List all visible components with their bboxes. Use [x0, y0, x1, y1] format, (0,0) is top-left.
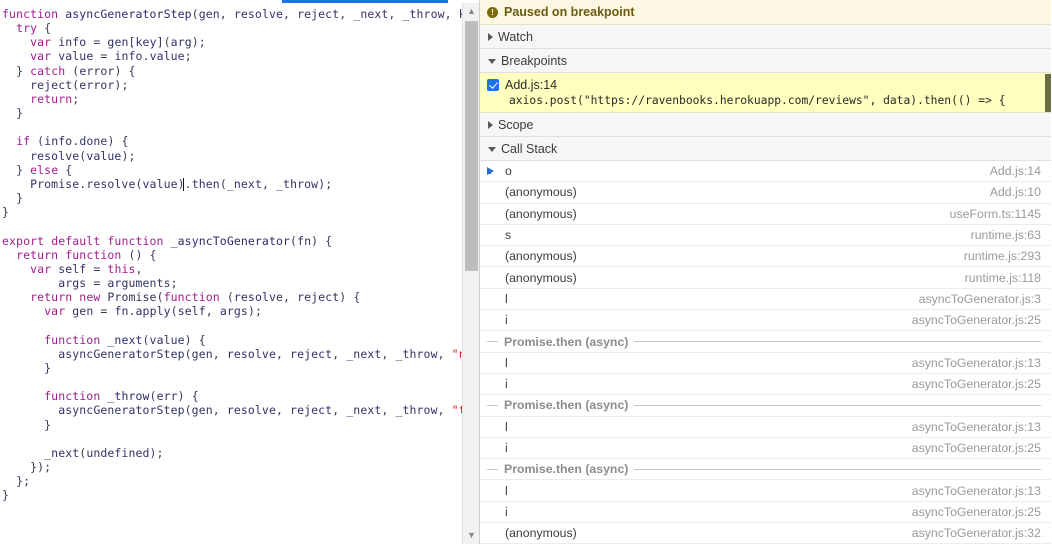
call-stack-function-name: o	[501, 164, 990, 178]
call-stack-source-location: asyncToGenerator.js:32	[912, 526, 1041, 540]
call-stack-source-location: asyncToGenerator.js:25	[912, 441, 1041, 455]
call-stack-frame[interactable]: oAdd.js:14	[480, 161, 1051, 182]
separator-dash-right	[634, 405, 1041, 406]
breakpoint-code-snippet: axios.post("https://ravenbooks.herokuapp…	[487, 92, 1043, 107]
code-viewport[interactable]: function asyncGeneratorStep(gen, resolve…	[0, 3, 463, 544]
call-stack-source-location: runtime.js:63	[971, 228, 1041, 242]
call-stack-source-location: asyncToGenerator.js:13	[912, 420, 1041, 434]
devtools-debugger-window: function asyncGeneratorStep(gen, resolve…	[0, 0, 1052, 544]
call-stack-frame[interactable]: (anonymous)runtime.js:118	[480, 267, 1051, 288]
call-stack-source-location: asyncToGenerator.js:25	[912, 505, 1041, 519]
section-label-watch: Watch	[498, 30, 533, 44]
call-stack-async-separator: Promise.then (async)	[480, 331, 1051, 352]
call-stack-function-name: i	[501, 313, 912, 327]
async-separator-label: Promise.then (async)	[504, 335, 628, 349]
separator-dash-left	[487, 405, 498, 406]
call-stack-function-name: i	[501, 505, 912, 519]
call-stack-frame[interactable]: iasyncToGenerator.js:25	[480, 438, 1051, 459]
breakpoints-scrollbar-thumb[interactable]	[1045, 74, 1051, 112]
call-stack-function-name: l	[501, 420, 912, 434]
call-stack-frame[interactable]: lasyncToGenerator.js:13	[480, 417, 1051, 438]
call-stack-frame[interactable]: sruntime.js:63	[480, 225, 1051, 246]
call-stack-source-location: asyncToGenerator.js:25	[912, 313, 1041, 327]
paused-banner-text: Paused on breakpoint	[504, 5, 635, 19]
breakpoint-enabled-checkbox[interactable]	[487, 79, 499, 91]
async-separator-label: Promise.then (async)	[504, 462, 628, 476]
section-label-breakpoints: Breakpoints	[501, 54, 567, 68]
source-code-text[interactable]: function asyncGeneratorStep(gen, resolve…	[0, 7, 463, 502]
current-frame-arrow-icon	[487, 167, 501, 175]
paused-on-breakpoint-banner: ! Paused on breakpoint	[480, 0, 1051, 25]
call-stack-frame[interactable]: lasyncToGenerator.js:13	[480, 353, 1051, 374]
scroll-up-arrow-icon[interactable]: ▲	[463, 3, 480, 20]
call-stack-function-name: (anonymous)	[501, 526, 912, 540]
chevron-down-icon	[488, 147, 496, 152]
debugger-sidebar: ! Paused on breakpoint Watch Breakpoints…	[480, 0, 1051, 544]
call-stack-source-location: asyncToGenerator.js:13	[912, 356, 1041, 370]
call-stack-source-location: useForm.ts:1145	[950, 207, 1041, 221]
call-stack-function-name: i	[501, 377, 912, 391]
section-header-call-stack[interactable]: Call Stack	[480, 137, 1051, 161]
call-stack-list: oAdd.js:14(anonymous)Add.js:10(anonymous…	[480, 161, 1051, 544]
call-stack-function-name: l	[501, 356, 912, 370]
call-stack-source-location: Add.js:14	[990, 164, 1041, 178]
call-stack-frame[interactable]: iasyncToGenerator.js:25	[480, 310, 1051, 331]
call-stack-async-separator: Promise.then (async)	[480, 459, 1051, 480]
section-header-watch[interactable]: Watch	[480, 25, 1051, 49]
call-stack-frame[interactable]: iasyncToGenerator.js:25	[480, 374, 1051, 395]
chevron-down-icon	[488, 59, 496, 64]
call-stack-function-name: (anonymous)	[501, 207, 950, 221]
call-stack-source-location: asyncToGenerator.js:13	[912, 484, 1041, 498]
call-stack-function-name: s	[501, 228, 971, 242]
scroll-down-arrow-icon[interactable]: ▼	[463, 527, 480, 544]
call-stack-function-name: l	[501, 292, 919, 306]
separator-dash-right	[634, 341, 1041, 342]
call-stack-source-location: runtime.js:118	[965, 271, 1041, 285]
chevron-right-icon	[488, 33, 493, 41]
breakpoint-location: Add.js:14	[505, 78, 557, 92]
section-label-call-stack: Call Stack	[501, 142, 557, 156]
call-stack-function-name: i	[501, 441, 912, 455]
separator-dash-left	[487, 341, 498, 342]
call-stack-source-location: Add.js:10	[990, 185, 1041, 199]
call-stack-frame[interactable]: (anonymous)runtime.js:293	[480, 246, 1051, 267]
scrollbar-thumb[interactable]	[465, 21, 478, 271]
info-circle-icon: !	[487, 7, 498, 18]
breakpoint-item[interactable]: Add.js:14 axios.post("https://ravenbooks…	[480, 73, 1051, 113]
call-stack-async-separator: Promise.then (async)	[480, 395, 1051, 416]
call-stack-frame[interactable]: (anonymous)Add.js:10	[480, 182, 1051, 203]
call-stack-frame[interactable]: iasyncToGenerator.js:25	[480, 502, 1051, 523]
call-stack-function-name: (anonymous)	[501, 249, 964, 263]
call-stack-frame[interactable]: (anonymous)useForm.ts:1145	[480, 204, 1051, 225]
call-stack-frame[interactable]: (anonymous)asyncToGenerator.js:32	[480, 523, 1051, 544]
call-stack-source-location: runtime.js:293	[964, 249, 1041, 263]
call-stack-source-location: asyncToGenerator.js:3	[919, 292, 1041, 306]
source-vertical-scrollbar[interactable]: ▲ ▼	[462, 3, 479, 544]
chevron-right-icon	[488, 121, 493, 129]
call-stack-function-name: (anonymous)	[501, 185, 990, 199]
call-stack-frame[interactable]: lasyncToGenerator.js:3	[480, 289, 1051, 310]
arrow-right-icon	[487, 167, 494, 175]
section-label-scope: Scope	[498, 118, 533, 132]
call-stack-function-name: l	[501, 484, 912, 498]
call-stack-source-location: asyncToGenerator.js:25	[912, 377, 1041, 391]
separator-dash-left	[487, 469, 498, 470]
section-header-scope[interactable]: Scope	[480, 113, 1051, 137]
section-header-breakpoints[interactable]: Breakpoints	[480, 49, 1051, 73]
separator-dash-right	[634, 469, 1041, 470]
breakpoint-list: Add.js:14 axios.post("https://ravenbooks…	[480, 73, 1051, 113]
call-stack-function-name: (anonymous)	[501, 271, 965, 285]
async-separator-label: Promise.then (async)	[504, 398, 628, 412]
text-caret	[183, 178, 184, 191]
source-code-pane: function asyncGeneratorStep(gen, resolve…	[0, 0, 480, 544]
call-stack-frame[interactable]: lasyncToGenerator.js:13	[480, 480, 1051, 501]
